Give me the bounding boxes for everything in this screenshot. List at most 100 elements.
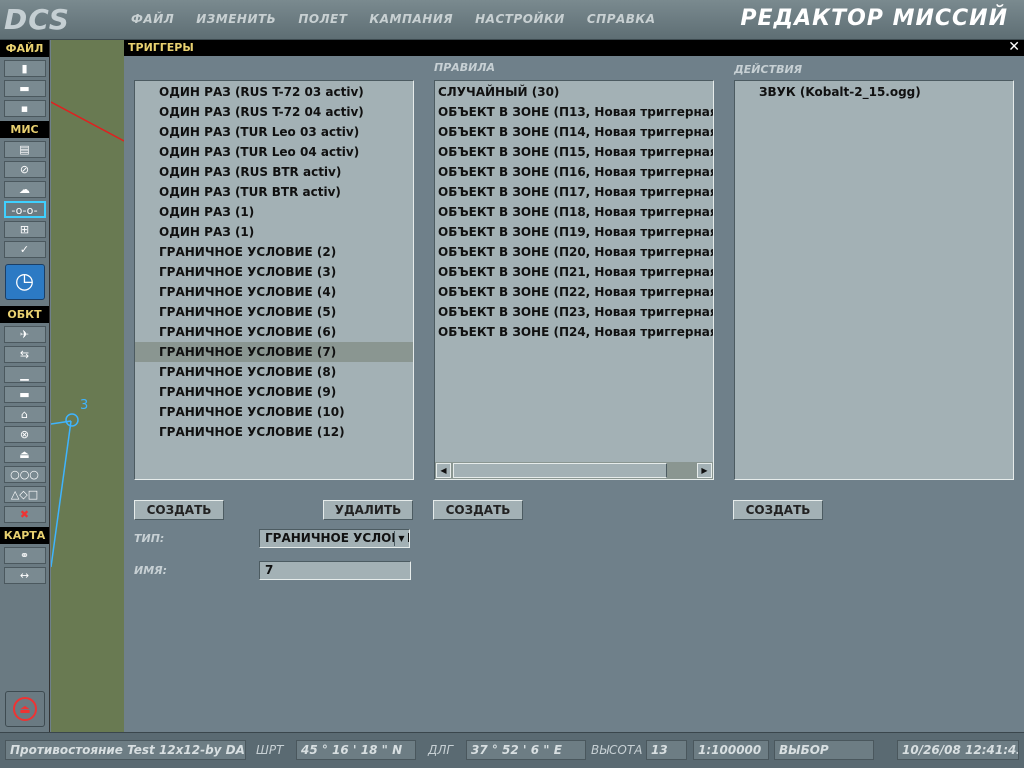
- create-rule-button[interactable]: СОЗДАТЬ: [433, 500, 523, 520]
- altitude-value: 13: [646, 740, 687, 760]
- scroll-left-icon[interactable]: ◀: [436, 463, 451, 478]
- triggers-row[interactable]: ОДИН РАЗ (TUR Leo 03 activ): [135, 122, 413, 142]
- map-overlay: 3: [51, 101, 124, 568]
- menu-campaign[interactable]: КАМПАНИЯ: [369, 12, 453, 26]
- delete-trigger-button[interactable]: УДАЛИТЬ: [323, 500, 413, 520]
- check-icon[interactable]: ✓: [3, 241, 46, 258]
- rules-row[interactable]: ОБЪЕКТ В ЗОНЕ (П15, Новая триггерная зон: [435, 142, 713, 162]
- menu-file[interactable]: ФАЙЛ: [131, 12, 174, 26]
- app-title: РЕДАКТОР МИССИЙ: [740, 6, 1008, 31]
- triggers-row[interactable]: ГРАНИЧНОЕ УСЛОВИЕ (10): [135, 402, 413, 422]
- triggers-row[interactable]: ОДИН РАЗ (TUR BTR activ): [135, 182, 413, 202]
- scroll-thumb[interactable]: [453, 463, 667, 478]
- zone-icon[interactable]: ⊞: [3, 221, 46, 238]
- triggers-row[interactable]: ГРАНИЧНОЕ УСЛОВИЕ (5): [135, 302, 413, 322]
- shapes-icon[interactable]: △◇□: [3, 486, 46, 503]
- triggers-row[interactable]: ОДИН РАЗ (RUS BTR activ): [135, 162, 413, 182]
- triggers-row[interactable]: ГРАНИЧНОЕ УСЛОВИЕ (12): [135, 422, 413, 442]
- boat-icon[interactable]: ⏏: [3, 446, 46, 463]
- triggers-row[interactable]: ГРАНИЧНОЕ УСЛОВИЕ (2): [135, 242, 413, 262]
- rules-row[interactable]: СЛУЧАЙНЫЙ (30): [435, 82, 713, 102]
- save-icon[interactable]: ▪: [3, 100, 46, 117]
- actions-list[interactable]: ЗВУК (Kobalt-2_15.ogg): [734, 80, 1014, 480]
- type-dropdown[interactable]: ГРАНИЧНОЕ УСЛОВИ ▼: [259, 529, 410, 548]
- rules-row[interactable]: ОБЪЕКТ В ЗОНЕ (П23, Новая триггерная зон: [435, 302, 713, 322]
- triggers-row[interactable]: ОДИН РАЗ (TUR Leo 04 activ): [135, 142, 413, 162]
- map-section-label: КАРТА: [0, 527, 49, 544]
- menu-help[interactable]: СПРАВКА: [587, 12, 656, 26]
- chevron-down-icon[interactable]: ▼: [394, 531, 408, 546]
- create-trigger-button[interactable]: СОЗДАТЬ: [134, 500, 224, 520]
- menu-flight[interactable]: ПОЛЕТ: [298, 12, 347, 26]
- rules-row[interactable]: ОБЪЕКТ В ЗОНЕ (П24, Новая триггерная зон: [435, 322, 713, 342]
- file-section-label: ФАЙЛ: [0, 40, 49, 57]
- bridge-icon[interactable]: ⌂: [3, 406, 46, 423]
- type-label: ТИП:: [134, 532, 165, 545]
- dcs-logo: DCS: [4, 3, 70, 36]
- top-bar: DCS ФАЙЛ ИЗМЕНИТЬ ПОЛЕТ КАМПАНИЯ НАСТРОЙ…: [0, 0, 1024, 40]
- rules-row[interactable]: ОБЪЕКТ В ЗОНЕ (П18, Новая триггерная зон: [435, 202, 713, 222]
- triggers-row[interactable]: ГРАНИЧНОЕ УСЛОВИЕ (4): [135, 282, 413, 302]
- scroll-right-icon[interactable]: ▶: [697, 463, 712, 478]
- longitude-value: 37 ° 52 ' 6 " E: [466, 740, 586, 760]
- waypoint-label: 3: [80, 398, 88, 413]
- formation-icon[interactable]: ○○○: [3, 466, 46, 483]
- clock-icon[interactable]: ◷: [4, 264, 45, 300]
- latitude-label: ШРТ: [256, 743, 284, 757]
- rules-row[interactable]: ОБЪЕКТ В ЗОНЕ (П13, Новая триггерная зон: [435, 102, 713, 122]
- exit-button[interactable]: ⏏: [5, 691, 45, 727]
- close-icon[interactable]: ✕: [1008, 39, 1020, 55]
- name-label: ИМЯ:: [134, 564, 168, 577]
- map-scale: 1:100000: [693, 740, 769, 760]
- triggers-icon[interactable]: -o-o-: [3, 201, 46, 218]
- mission-section-label: МИС: [0, 121, 49, 138]
- menu-edit[interactable]: ИЗМЕНИТЬ: [196, 12, 276, 26]
- triggers-row[interactable]: ГРАНИЧНОЕ УСЛОВИЕ (7): [135, 342, 413, 362]
- edit-mode: ВЫБОР: [774, 740, 874, 760]
- triggers-row[interactable]: ГРАНИЧНОЕ УСЛОВИЕ (6): [135, 322, 413, 342]
- aircraft-icon[interactable]: ✈: [3, 326, 46, 343]
- mission-name: Противостояние Test 12x12-by DAVEY.: [5, 740, 246, 760]
- triggers-row[interactable]: ГРАНИЧНОЕ УСЛОВИЕ (8): [135, 362, 413, 382]
- weather-icon[interactable]: ☁: [3, 181, 46, 198]
- no-entry-icon[interactable]: ⊘: [3, 161, 46, 178]
- triggers-row[interactable]: ОДИН РАЗ (1): [135, 222, 413, 242]
- eject-icon: ⏏: [13, 697, 37, 721]
- rules-row[interactable]: ОБЪЕКТ В ЗОНЕ (П20, Новая триггерная зон: [435, 242, 713, 262]
- triggers-list[interactable]: ОДИН РАЗ (RUS T-72 03 activ) ОДИН РАЗ (RU…: [134, 80, 414, 480]
- main-menu: ФАЙЛ ИЗМЕНИТЬ ПОЛЕТ КАМПАНИЯ НАСТРОЙКИ С…: [120, 12, 667, 26]
- target-icon[interactable]: ⊗: [3, 426, 46, 443]
- waypoint-marker[interactable]: [65, 413, 79, 427]
- rules-row[interactable]: ОБЪЕКТ В ЗОНЕ (П17, Новая триггерная зон: [435, 182, 713, 202]
- actions-row[interactable]: ЗВУК (Kobalt-2_15.ogg): [735, 82, 1013, 102]
- create-action-button[interactable]: СОЗДАТЬ: [733, 500, 823, 520]
- open-folder-icon[interactable]: ▬: [3, 80, 46, 97]
- helicopter-icon[interactable]: ⇆: [3, 346, 46, 363]
- rules-row[interactable]: ОБЪЕКТ В ЗОНЕ (П21, Новая триггерная зон: [435, 262, 713, 282]
- dialog-title: ТРИГГЕРЫ: [128, 41, 194, 54]
- triggers-row[interactable]: ГРАНИЧНОЕ УСЛОВИЕ (9): [135, 382, 413, 402]
- altitude-label: ВЫСОТА: [591, 743, 643, 757]
- triggers-row[interactable]: ОДИН РАЗ (RUS T-72 03 activ): [135, 82, 413, 102]
- triggers-row[interactable]: ГРАНИЧНОЕ УСЛОВИЕ (3): [135, 262, 413, 282]
- ship-icon[interactable]: ▁: [3, 366, 46, 383]
- new-file-icon[interactable]: ▮: [3, 60, 46, 77]
- rules-row[interactable]: ОБЪЕКТ В ЗОНЕ (П22, Новая триггерная зон: [435, 282, 713, 302]
- rules-horizontal-scrollbar[interactable]: ◀ ▶: [435, 462, 713, 479]
- left-toolbar: ФАЙЛ ▮ ▬ ▪ МИС ▤ ⊘ ☁ -o-o- ⊞ ✓ ◷ ОБКТ ✈ …: [0, 40, 50, 732]
- triggers-row[interactable]: ОДИН РАЗ (RUS T-72 04 activ): [135, 102, 413, 122]
- rules-list[interactable]: СЛУЧАЙНЫЙ (30) ОБЪЕКТ В ЗОНЕ (П13, Новая …: [434, 80, 714, 480]
- rules-row[interactable]: ОБЪЕКТ В ЗОНЕ (П16, Новая триггерная зон: [435, 162, 713, 182]
- triggers-row[interactable]: ОДИН РАЗ (1): [135, 202, 413, 222]
- rules-row[interactable]: ОБЪЕКТ В ЗОНЕ (П19, Новая триггерная зон: [435, 222, 713, 242]
- map-view[interactable]: 3: [51, 40, 124, 732]
- delete-icon[interactable]: ✖: [3, 506, 46, 523]
- name-input[interactable]: 7: [259, 561, 411, 580]
- rules-row[interactable]: ОБЪЕКТ В ЗОНЕ (П14, Новая триггерная зон: [435, 122, 713, 142]
- binoculars-icon[interactable]: ⚭: [3, 547, 46, 564]
- briefing-icon[interactable]: ▤: [3, 141, 46, 158]
- ruler-icon[interactable]: ↔: [3, 567, 46, 584]
- menu-settings[interactable]: НАСТРОЙКИ: [475, 12, 565, 26]
- tank-icon[interactable]: ▬: [3, 386, 46, 403]
- rules-header: ПРАВИЛА: [434, 61, 496, 74]
